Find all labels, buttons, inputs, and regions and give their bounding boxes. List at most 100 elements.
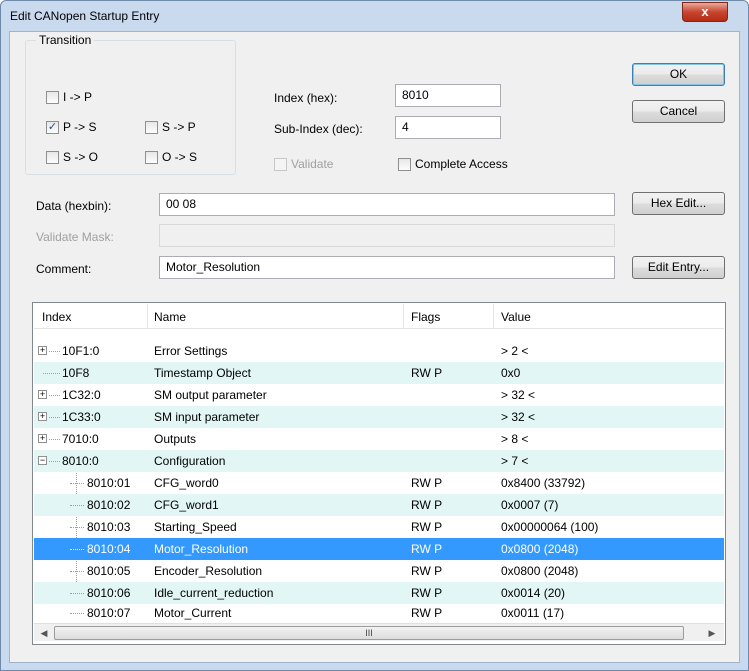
checkbox-label: Validate bbox=[291, 157, 334, 171]
scroll-thumb[interactable]: III bbox=[54, 626, 684, 640]
tree-line bbox=[43, 373, 60, 374]
tree-line bbox=[49, 395, 60, 396]
table-row[interactable]: − 8010:0 Configuration > 7 < bbox=[34, 450, 724, 472]
close-icon: x bbox=[701, 4, 709, 19]
table-row[interactable]: 8010:02 CFG_word1 RW P 0x0007 (7) bbox=[34, 494, 724, 516]
table-row[interactable]: + 1C33:0 SM input parameter > 32 < bbox=[34, 406, 724, 428]
checkbox-box[interactable] bbox=[398, 157, 411, 171]
data-label: Data (hexbin): bbox=[36, 199, 112, 213]
comment-label: Comment: bbox=[36, 262, 92, 276]
expand-icon[interactable]: + bbox=[38, 346, 47, 355]
tree-line bbox=[70, 613, 84, 614]
comment-input[interactable]: Motor_Resolution bbox=[159, 256, 615, 279]
table-row[interactable]: 8010:03 Starting_Speed RW P 0x00000064 (… bbox=[34, 516, 724, 538]
checkbox-box[interactable] bbox=[145, 150, 158, 164]
row-value: 0x8400 (33792) bbox=[501, 476, 586, 490]
tree-line bbox=[49, 417, 60, 418]
column-separator[interactable] bbox=[147, 304, 148, 329]
scroll-left-icon[interactable]: ◀ bbox=[36, 626, 52, 640]
index-input[interactable]: 8010 bbox=[395, 84, 501, 107]
validate-mask-input bbox=[159, 224, 615, 247]
index-label: Index (hex): bbox=[274, 91, 338, 105]
row-index: 8010:07 bbox=[87, 606, 131, 620]
close-button[interactable]: x bbox=[682, 2, 728, 22]
column-separator[interactable] bbox=[403, 304, 404, 329]
tree-line bbox=[49, 439, 60, 440]
title-bar[interactable]: Edit CANopen Startup Entry x bbox=[1, 1, 748, 31]
row-name: Configuration bbox=[154, 454, 226, 468]
row-value: 0x0800 (2048) bbox=[501, 564, 579, 578]
row-value: 0x0011 (17) bbox=[501, 606, 565, 620]
expand-icon[interactable]: + bbox=[38, 412, 47, 421]
expand-icon[interactable]: + bbox=[38, 390, 47, 399]
row-index: 1C33:0 bbox=[62, 410, 101, 424]
row-index: 8010:06 bbox=[87, 586, 131, 600]
window-title: Edit CANopen Startup Entry bbox=[10, 9, 160, 23]
table-row[interactable]: 8010:05 Encoder_Resolution RW P 0x0800 (… bbox=[34, 560, 724, 582]
table-row[interactable]: 8010:01 CFG_word0 RW P 0x8400 (33792) bbox=[34, 472, 724, 494]
tree-line bbox=[49, 461, 60, 462]
object-list[interactable]: Index Name Flags Value + 10F1:0 Error Se… bbox=[32, 302, 726, 645]
row-index: 8010:05 bbox=[87, 564, 131, 578]
horizontal-scrollbar[interactable]: ◀ III ▶ bbox=[34, 623, 724, 641]
row-name: Motor_Resolution bbox=[154, 542, 249, 556]
scroll-grip-icon: III bbox=[365, 628, 373, 638]
transition-p-s-checkbox[interactable]: ✓ P -> S bbox=[46, 119, 96, 135]
edit-entry-button[interactable]: Edit Entry... bbox=[632, 256, 725, 279]
row-index: 8010:03 bbox=[87, 520, 131, 534]
table-row[interactable]: 10F8 Timestamp Object RW P 0x0 bbox=[34, 362, 724, 384]
checkbox-box[interactable] bbox=[46, 150, 59, 164]
complete-access-checkbox[interactable]: Complete Access bbox=[398, 156, 508, 172]
tree-line bbox=[70, 527, 84, 528]
hex-edit-button[interactable]: Hex Edit... bbox=[632, 192, 725, 215]
tree-line bbox=[49, 351, 60, 352]
row-index: 8010:01 bbox=[87, 476, 131, 490]
checkbox-label: S -> P bbox=[162, 120, 196, 134]
table-row[interactable]: + 10F1:0 Error Settings > 2 < bbox=[34, 340, 724, 362]
subindex-label: Sub-Index (dec): bbox=[274, 122, 363, 136]
row-name: Idle_current_reduction bbox=[154, 586, 274, 600]
transition-o-s-checkbox[interactable]: O -> S bbox=[145, 149, 197, 165]
table-row[interactable]: 8010:06 Idle_current_reduction RW P 0x00… bbox=[34, 582, 724, 604]
subindex-input[interactable]: 4 bbox=[395, 116, 501, 139]
column-header-name[interactable]: Name bbox=[154, 310, 186, 324]
row-flags: RW P bbox=[411, 586, 443, 600]
row-name: CFG_word1 bbox=[154, 498, 219, 512]
table-row[interactable]: 8010:07 Motor_Current RW P 0x0011 (17) bbox=[34, 602, 724, 624]
transition-s-o-checkbox[interactable]: S -> O bbox=[46, 149, 98, 165]
checkbox-box[interactable] bbox=[46, 90, 59, 104]
tree-line bbox=[70, 593, 84, 594]
column-header-value[interactable]: Value bbox=[501, 310, 531, 324]
table-row-selected[interactable]: 8010:04 Motor_Resolution RW P 0x0800 (20… bbox=[34, 538, 724, 560]
checkbox-box[interactable] bbox=[145, 120, 158, 134]
row-flags: RW P bbox=[411, 542, 443, 556]
row-index: 10F8 bbox=[62, 366, 90, 380]
collapse-icon[interactable]: − bbox=[38, 456, 47, 465]
column-separator[interactable] bbox=[493, 304, 494, 329]
expand-icon[interactable]: + bbox=[38, 434, 47, 443]
table-row[interactable]: + 7010:0 Outputs > 8 < bbox=[34, 428, 724, 450]
row-flags: RW P bbox=[411, 606, 443, 620]
cancel-button[interactable]: Cancel bbox=[632, 100, 725, 123]
row-name: Starting_Speed bbox=[154, 520, 237, 534]
scroll-right-icon[interactable]: ▶ bbox=[704, 626, 720, 640]
tree-line bbox=[70, 571, 84, 572]
table-row[interactable]: + 1C32:0 SM output parameter > 32 < bbox=[34, 384, 724, 406]
row-flags: RW P bbox=[411, 564, 443, 578]
row-name: Motor_Current bbox=[154, 606, 232, 620]
list-header: Index Name Flags Value bbox=[34, 304, 724, 329]
transition-i-p-checkbox[interactable]: I -> P bbox=[46, 89, 92, 105]
row-index: 1C32:0 bbox=[62, 388, 101, 402]
ok-button[interactable]: OK bbox=[632, 63, 725, 86]
row-index: 8010:0 bbox=[62, 454, 99, 468]
row-name: Outputs bbox=[154, 432, 197, 446]
row-value: > 2 < bbox=[501, 344, 529, 358]
column-header-index[interactable]: Index bbox=[42, 310, 71, 324]
row-name: SM input parameter bbox=[154, 410, 260, 424]
transition-s-p-checkbox[interactable]: S -> P bbox=[145, 119, 196, 135]
row-name: Error Settings bbox=[154, 344, 228, 358]
data-input[interactable]: 00 08 bbox=[159, 193, 615, 216]
column-header-flags[interactable]: Flags bbox=[411, 310, 440, 324]
row-index: 7010:0 bbox=[62, 432, 99, 446]
checkbox-box[interactable]: ✓ bbox=[46, 120, 59, 134]
